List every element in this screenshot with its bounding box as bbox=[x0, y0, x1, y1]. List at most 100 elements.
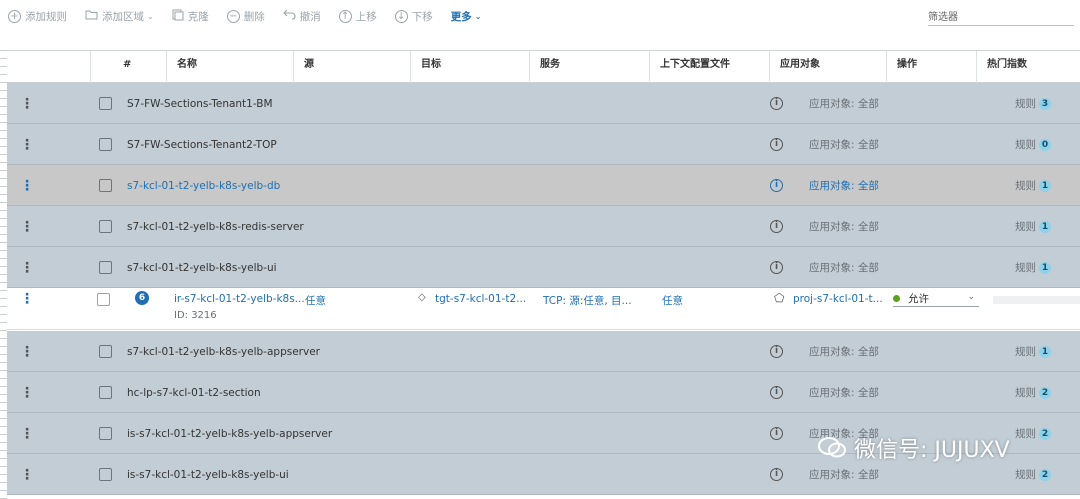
col-context-profiles[interactable]: 上下文配置文件 bbox=[649, 51, 769, 83]
section-checkbox[interactable] bbox=[99, 331, 112, 372]
section-applied-to: 应用对象: 全部 bbox=[809, 180, 879, 192]
kebab-menu-icon[interactable]: ⋮ bbox=[20, 288, 34, 310]
info-icon[interactable]: i bbox=[770, 372, 783, 413]
kebab-menu-icon[interactable]: ⋮ bbox=[20, 372, 34, 413]
watermark-text: 微信号: JUJUXV bbox=[854, 438, 1010, 463]
col-number[interactable]: # bbox=[90, 51, 166, 83]
rule-applied-to-link[interactable]: proj-s7-kcl-01-t... bbox=[793, 293, 883, 305]
section-name[interactable]: s7-kcl-01-t2-yelb-k8s-yelb-db bbox=[127, 165, 280, 206]
kebab-menu-icon[interactable]: ⋮ bbox=[20, 83, 34, 124]
kebab-menu-icon[interactable]: ⋮ bbox=[20, 124, 34, 165]
undo-icon bbox=[282, 9, 296, 23]
section-applied-to: 应用对象: 全部 bbox=[809, 221, 879, 233]
col-destination[interactable]: 目标 bbox=[410, 51, 529, 83]
section-rule-count: 规则 1 bbox=[1015, 331, 1051, 372]
section-rule-count: 规则 0 bbox=[1015, 124, 1051, 165]
hit-count-bar bbox=[993, 296, 1080, 304]
col-applied-to[interactable]: 应用对象 bbox=[769, 51, 886, 83]
add-section-label: 添加区域 bbox=[102, 10, 144, 23]
more-menu-button[interactable]: 更多 ⌄ bbox=[451, 9, 482, 24]
tag-icon: ◇ bbox=[418, 292, 426, 303]
rule-services-link[interactable]: TCP: 源:任意, 目... bbox=[543, 293, 632, 308]
info-icon[interactable]: i bbox=[770, 165, 783, 206]
rule-name-link[interactable]: ir-s7-kcl-01-t2-yelb-k8s... bbox=[174, 293, 305, 305]
chevron-down-icon: ⌄ bbox=[967, 292, 975, 302]
col-hit-count[interactable]: 热门指数 bbox=[976, 51, 1080, 83]
clone-icon bbox=[172, 9, 184, 24]
section-row[interactable]: ⋮ s7-kcl-01-t2-yelb-k8s-yelb-ui i 应用对象: … bbox=[7, 247, 1080, 288]
section-checkbox[interactable] bbox=[99, 206, 112, 247]
col-action[interactable]: 操作 bbox=[886, 51, 976, 83]
kebab-menu-icon[interactable]: ⋮ bbox=[20, 247, 34, 288]
col-source[interactable]: 源 bbox=[293, 51, 410, 83]
section-checkbox[interactable] bbox=[99, 83, 112, 124]
rule-checkbox[interactable] bbox=[97, 288, 110, 310]
move-up-button[interactable]: ↑ 上移 bbox=[338, 9, 377, 24]
section-checkbox[interactable] bbox=[99, 454, 112, 495]
move-up-label: 上移 bbox=[355, 10, 377, 23]
folder-icon bbox=[85, 9, 98, 23]
kebab-menu-icon[interactable]: ⋮ bbox=[20, 206, 34, 247]
section-checkbox[interactable] bbox=[99, 165, 112, 206]
section-row[interactable]: ⋮ S7-FW-Sections-Tenant1-BM i 应用对象: 全部 规… bbox=[7, 83, 1080, 124]
undo-label: 撤消 bbox=[299, 10, 321, 23]
kebab-menu-icon[interactable]: ⋮ bbox=[20, 165, 34, 206]
rule-count-badge: 2 bbox=[1039, 468, 1051, 481]
info-icon[interactable]: i bbox=[770, 247, 783, 288]
section-name: S7-FW-Sections-Tenant2-TOP bbox=[127, 138, 277, 151]
section-rule-count: 规则 1 bbox=[1015, 206, 1051, 247]
chevron-down-icon: ⌄ bbox=[147, 11, 154, 21]
section-applied-to: 应用对象: 全部 bbox=[809, 387, 879, 399]
rule-count-badge: 2 bbox=[1039, 427, 1051, 440]
section-checkbox[interactable] bbox=[99, 247, 112, 288]
move-down-button[interactable]: ↓ 下移 bbox=[394, 9, 433, 24]
section-applied-to: 应用对象: 全部 bbox=[809, 262, 879, 274]
section-applied-to: 应用对象: 全部 bbox=[809, 98, 879, 110]
info-icon[interactable]: i bbox=[770, 331, 783, 372]
section-name: S7-FW-Sections-Tenant1-BM bbox=[127, 97, 273, 110]
rule-count-badge: 1 bbox=[1039, 345, 1051, 358]
info-icon[interactable]: i bbox=[770, 413, 783, 454]
section-rule-count: 规则 3 bbox=[1015, 83, 1051, 124]
chevron-down-icon: ⌄ bbox=[474, 11, 482, 21]
section-row[interactable]: ⋮ s7-kcl-01-t2-yelb-k8s-yelb-appserver i… bbox=[7, 331, 1080, 372]
rule-context-profile-link[interactable]: 任意 bbox=[662, 293, 683, 308]
kebab-menu-icon[interactable]: ⋮ bbox=[20, 331, 34, 372]
section-row[interactable]: ⋮ S7-FW-Sections-Tenant2-TOP i 应用对象: 全部 … bbox=[7, 124, 1080, 165]
section-name: hc-lp-s7-kcl-01-t2-section bbox=[127, 386, 261, 399]
clone-button[interactable]: 克隆 bbox=[172, 9, 209, 24]
section-row[interactable]: ⋮ hc-lp-s7-kcl-01-t2-section i 应用对象: 全部 … bbox=[7, 372, 1080, 413]
more-label: 更多 bbox=[450, 10, 472, 23]
info-icon[interactable]: i bbox=[770, 206, 783, 247]
add-section-button[interactable]: 添加区域 ⌄ bbox=[85, 9, 154, 24]
rule-row[interactable]: ⋮ 6 ir-s7-kcl-01-t2-yelb-k8s... ID: 3216… bbox=[7, 288, 1080, 330]
rule-action-select[interactable]: 允许 ⌄ bbox=[893, 290, 979, 307]
section-checkbox[interactable] bbox=[99, 124, 112, 165]
wechat-icon bbox=[818, 436, 848, 460]
rule-destination-link[interactable]: tgt-s7-kcl-01-t2... bbox=[435, 293, 526, 305]
info-icon[interactable]: i bbox=[770, 83, 783, 124]
section-rule-count: 规则 2 bbox=[1015, 454, 1051, 495]
pentagon-icon: ⬠ bbox=[774, 291, 785, 305]
rule-count-badge: 2 bbox=[1039, 386, 1051, 399]
info-icon[interactable]: i bbox=[770, 124, 783, 165]
rule-count-badge: 0 bbox=[1039, 138, 1051, 151]
info-icon[interactable]: i bbox=[770, 454, 783, 495]
section-checkbox[interactable] bbox=[99, 413, 112, 454]
col-name[interactable]: 名称 bbox=[166, 51, 293, 83]
section-checkbox[interactable] bbox=[99, 372, 112, 413]
minus-circle-icon: − bbox=[226, 9, 240, 23]
add-rule-button[interactable]: + 添加规则 bbox=[8, 9, 67, 24]
section-rule-count: 规则 2 bbox=[1015, 413, 1051, 454]
col-handle bbox=[7, 51, 90, 83]
section-row-selected[interactable]: ⋮ s7-kcl-01-t2-yelb-k8s-yelb-db i 应用对象: … bbox=[7, 165, 1080, 206]
col-services[interactable]: 服务 bbox=[529, 51, 649, 83]
rule-source-link[interactable]: 任意 bbox=[305, 293, 326, 308]
filter-input[interactable]: 筛选器 bbox=[928, 4, 1074, 26]
delete-button[interactable]: − 删除 bbox=[226, 9, 265, 24]
section-name: s7-kcl-01-t2-yelb-k8s-yelb-ui bbox=[127, 261, 277, 274]
section-row[interactable]: ⋮ s7-kcl-01-t2-yelb-k8s-redis-server i 应… bbox=[7, 206, 1080, 247]
undo-button[interactable]: 撤消 bbox=[282, 9, 321, 24]
kebab-menu-icon[interactable]: ⋮ bbox=[20, 413, 34, 454]
kebab-menu-icon[interactable]: ⋮ bbox=[20, 454, 34, 495]
